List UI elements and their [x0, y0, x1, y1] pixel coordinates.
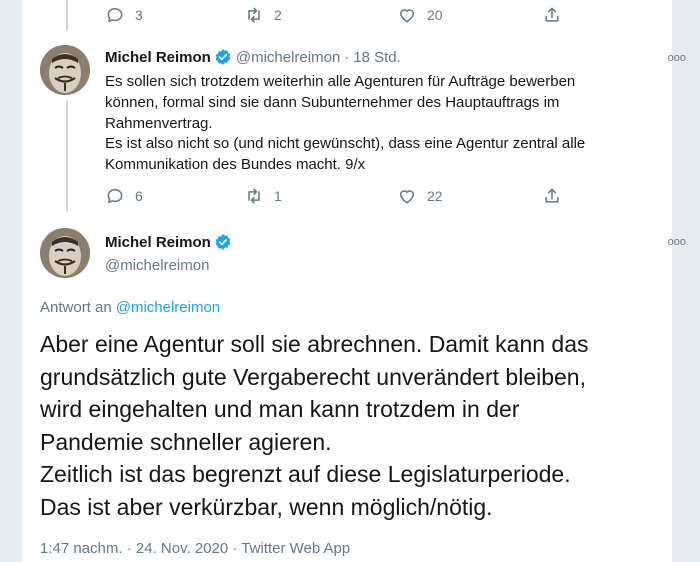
separator: ·: [232, 540, 238, 557]
text-line: Aber eine Agentur soll sie abrechnen. Da…: [40, 331, 589, 357]
reply-count: 6: [135, 188, 143, 204]
reply-context: Antwort an @michelreimon: [40, 299, 220, 316]
tweet-date[interactable]: 24. Nov. 2020: [136, 540, 228, 557]
text-line: Es sollen sich trotzdem weiterhin alle A…: [105, 73, 576, 90]
thread-line-top: [66, 0, 68, 30]
retweet-icon: [248, 7, 260, 23]
author-handle[interactable]: @michelreimon: [105, 257, 209, 274]
text-line: Zeitlich ist das begrenzt auf diese Legi…: [40, 461, 571, 487]
like-count: 20: [427, 7, 443, 23]
main-tweet-header: Michel Reimon: [105, 233, 232, 251]
text-line: Das ist aber verkürzbar, wenn möglich/nö…: [40, 493, 493, 520]
reply-tweet-text: Es sollen sich trotzdem weiterhin alle A…: [105, 72, 625, 176]
text-line: Kommunikation des Bundes macht. 9/x: [105, 156, 366, 174]
retweet-count: 2: [274, 7, 282, 23]
like-icon: [400, 190, 414, 204]
share-button[interactable]: [542, 186, 572, 206]
reply-count: 3: [135, 7, 143, 23]
text-line: Es ist also nicht so (und nicht gewünsch…: [105, 135, 586, 153]
avatar[interactable]: [40, 228, 90, 278]
author-name[interactable]: Michel Reimon: [105, 234, 211, 251]
more-icon[interactable]: ooo: [668, 52, 686, 64]
share-icon: [545, 7, 559, 22]
reply-to-prefix: Antwort an: [40, 299, 112, 316]
verified-icon: [215, 234, 231, 250]
author-handle[interactable]: @michelreimon: [236, 49, 340, 66]
share-icon: [545, 188, 559, 203]
retweet-button[interactable]: 1: [244, 186, 282, 206]
separator: ·: [126, 540, 132, 557]
text-line: Rahmenvertrag.: [105, 114, 213, 132]
reply-icon: [107, 189, 123, 203]
like-icon: [400, 9, 414, 23]
reply-to-handle-link[interactable]: @michelreimon: [116, 299, 220, 316]
main-tweet-handle-row: @michelreimon: [105, 257, 209, 274]
tweet-time[interactable]: 18 Std.: [353, 49, 401, 66]
text-line: grundsätzlich gute Vergaberecht unveränd…: [40, 363, 586, 390]
text-line: können, formal sind sie dann Subunterneh…: [105, 93, 560, 111]
like-count: 22: [427, 188, 443, 204]
tweet-time[interactable]: 1:47 nachm.: [40, 540, 123, 557]
reply-tweet-header: Michel Reimon @michelreimon · 18 Std.: [105, 48, 401, 66]
reply-button[interactable]: 6: [105, 186, 143, 206]
tweet-source[interactable]: Twitter Web App: [241, 540, 350, 557]
retweet-icon: [248, 188, 260, 204]
reply-button[interactable]: 3: [105, 5, 143, 25]
retweet-count: 1: [274, 188, 282, 204]
author-name[interactable]: Michel Reimon: [105, 49, 211, 66]
text-line: wird eingehalten und man kann trotzdem i…: [40, 396, 520, 422]
verified-icon: [215, 49, 231, 65]
separator: ·: [344, 48, 350, 66]
tweet-meta: 1:47 nachm. · 24. Nov. 2020 · Twitter We…: [40, 540, 350, 557]
guy-fawkes-mask-avatar-icon: [40, 45, 90, 95]
like-button[interactable]: 22: [397, 186, 443, 206]
reply-icon: [107, 8, 123, 22]
like-button[interactable]: 20: [397, 5, 443, 25]
main-tweet-text: Aber eine Agentur soll sie abrechnen. Da…: [40, 328, 660, 523]
more-icon[interactable]: ooo: [668, 236, 686, 248]
share-button[interactable]: [542, 5, 572, 25]
text-line: Pandemie schneller agieren.: [40, 428, 332, 455]
guy-fawkes-mask-avatar-icon: [40, 228, 90, 278]
thread-line-middle: [66, 100, 68, 212]
avatar[interactable]: [40, 45, 90, 95]
retweet-button[interactable]: 2: [244, 5, 282, 25]
